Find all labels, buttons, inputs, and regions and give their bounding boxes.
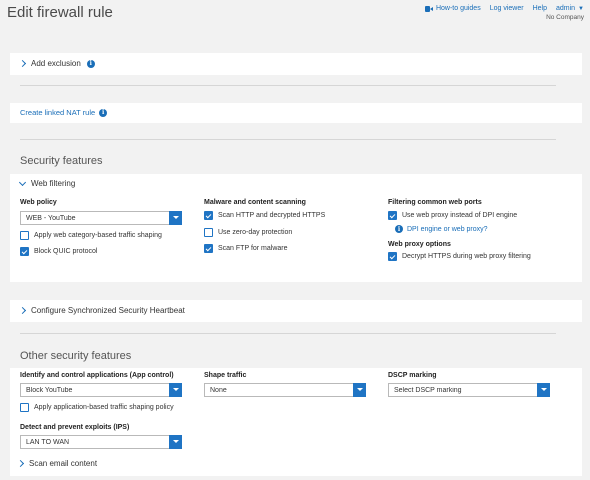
shape-traffic-value: None [210, 386, 227, 394]
app-control-label: Identify and control applications (App c… [20, 372, 174, 379]
how-to-guides-link[interactable]: How-to guides [424, 5, 481, 12]
filtering-ports-label: Filtering common web ports [388, 199, 482, 206]
decrypt-https-label: Decrypt HTTPS during web proxy filtering [402, 253, 531, 260]
scan-email-label: Scan email content [29, 459, 98, 468]
zero-day-checkbox[interactable] [204, 228, 213, 237]
dropdown-arrow-icon[interactable] [169, 382, 182, 397]
log-viewer-link[interactable]: Log viewer [490, 5, 524, 12]
create-nat-rule-link[interactable]: Create linked NAT rule [20, 108, 95, 117]
dropdown-arrow-icon[interactable] [537, 382, 550, 397]
dpi-or-proxy-link[interactable]: DPI engine or web proxy? [407, 226, 488, 233]
video-camera-icon [424, 5, 433, 12]
dscp-marking-select[interactable]: Select DSCP marking [388, 382, 550, 397]
admin-label: admin [555, 5, 576, 12]
add-exclusion-panel: Add exclusion i [10, 53, 582, 75]
caret-down-icon: ▼ [578, 5, 584, 12]
admin-menu[interactable]: admin ▼ [556, 5, 584, 12]
chevron-right-icon [18, 59, 27, 68]
scan-ftp-row[interactable]: Scan FTP for malware [204, 244, 288, 253]
other-security-heading: Other security features [20, 350, 132, 362]
heartbeat-label: Configure Synchronized Security Heartbea… [31, 306, 185, 315]
web-proxy-options-label: Web proxy options [388, 241, 451, 248]
scan-ftp-checkbox[interactable] [204, 244, 213, 253]
decrypt-https-checkbox[interactable] [388, 252, 397, 261]
web-filtering-panel: Web filtering Web policy WEB - YouTube A… [10, 174, 582, 282]
company-name: No Company [546, 14, 584, 21]
decrypt-https-row[interactable]: Decrypt HTTPS during web proxy filtering [388, 252, 531, 261]
chevron-right-icon [16, 459, 25, 468]
help-link[interactable]: Help [533, 5, 547, 12]
heartbeat-panel: Configure Synchronized Security Heartbea… [10, 300, 582, 322]
security-features-heading: Security features [20, 155, 103, 167]
web-filtering-toggle[interactable]: Web filtering [18, 178, 76, 188]
block-quic-checkbox[interactable] [20, 247, 29, 256]
block-quic-row[interactable]: Block QUIC protocol [20, 247, 97, 256]
divider [20, 333, 556, 334]
web-filtering-label: Web filtering [31, 179, 76, 188]
zero-day-row[interactable]: Use zero-day protection [204, 228, 292, 237]
info-icon: i [395, 225, 403, 233]
web-policy-label: Web policy [20, 199, 57, 206]
apply-web-shaping-row[interactable]: Apply web category-based traffic shaping [20, 231, 162, 240]
use-proxy-row[interactable]: Use web proxy instead of DPI engine [388, 211, 517, 220]
apply-web-shaping-checkbox[interactable] [20, 231, 29, 240]
apply-app-shaping-checkbox[interactable] [20, 403, 29, 412]
nat-rule-panel: Create linked NAT rule i [10, 103, 582, 123]
ips-value: LAN TO WAN [26, 438, 70, 446]
top-navigation: How-to guides Log viewer Help admin ▼ [424, 5, 584, 12]
app-control-select[interactable]: Block YouTube [20, 382, 182, 397]
scan-http-checkbox[interactable] [204, 211, 213, 220]
chevron-right-icon [18, 306, 27, 315]
info-icon[interactable]: i [86, 59, 95, 68]
shape-traffic-label: Shape traffic [204, 372, 247, 379]
app-control-value: Block YouTube [26, 386, 73, 394]
dropdown-arrow-icon[interactable] [169, 210, 182, 225]
add-exclusion-label: Add exclusion [31, 59, 81, 68]
ips-label: Detect and prevent exploits (IPS) [20, 424, 130, 431]
dscp-marking-value: Select DSCP marking [394, 386, 462, 394]
heartbeat-toggle[interactable]: Configure Synchronized Security Heartbea… [18, 306, 185, 315]
use-proxy-label: Use web proxy instead of DPI engine [402, 212, 518, 219]
dropdown-arrow-icon[interactable] [353, 382, 366, 397]
divider [20, 85, 556, 86]
block-quic-label: Block QUIC protocol [34, 248, 98, 255]
apply-web-shaping-label: Apply web category-based traffic shaping [34, 232, 162, 239]
apply-app-shaping-label: Apply application-based traffic shaping … [34, 404, 174, 411]
chevron-down-icon [18, 178, 27, 186]
web-policy-select[interactable]: WEB - YouTube [20, 210, 182, 225]
info-icon[interactable]: i [99, 108, 108, 117]
apply-app-shaping-row[interactable]: Apply application-based traffic shaping … [20, 403, 174, 412]
nat-rule-row: Create linked NAT rule i [20, 108, 108, 117]
malware-scanning-label: Malware and content scanning [204, 199, 306, 206]
ips-select[interactable]: LAN TO WAN [20, 434, 182, 449]
scan-ftp-label: Scan FTP for malware [218, 245, 288, 252]
shape-traffic-select[interactable]: None [204, 382, 366, 397]
scan-http-label: Scan HTTP and decrypted HTTPS [218, 212, 326, 219]
web-policy-value: WEB - YouTube [26, 214, 76, 222]
divider [20, 139, 556, 140]
use-proxy-checkbox[interactable] [388, 211, 397, 220]
scan-http-row[interactable]: Scan HTTP and decrypted HTTPS [204, 211, 325, 220]
page-title: Edit firewall rule [7, 4, 113, 21]
dscp-marking-label: DSCP marking [388, 372, 437, 379]
other-security-panel: Identify and control applications (App c… [10, 368, 582, 476]
how-to-guides-label: How-to guides [435, 5, 481, 12]
add-exclusion-toggle[interactable]: Add exclusion i [18, 59, 95, 68]
dpi-help-row: i DPI engine or web proxy? [395, 225, 488, 233]
scan-email-toggle[interactable]: Scan email content [16, 459, 98, 468]
dropdown-arrow-icon[interactable] [169, 434, 182, 449]
zero-day-label: Use zero-day protection [218, 229, 293, 236]
